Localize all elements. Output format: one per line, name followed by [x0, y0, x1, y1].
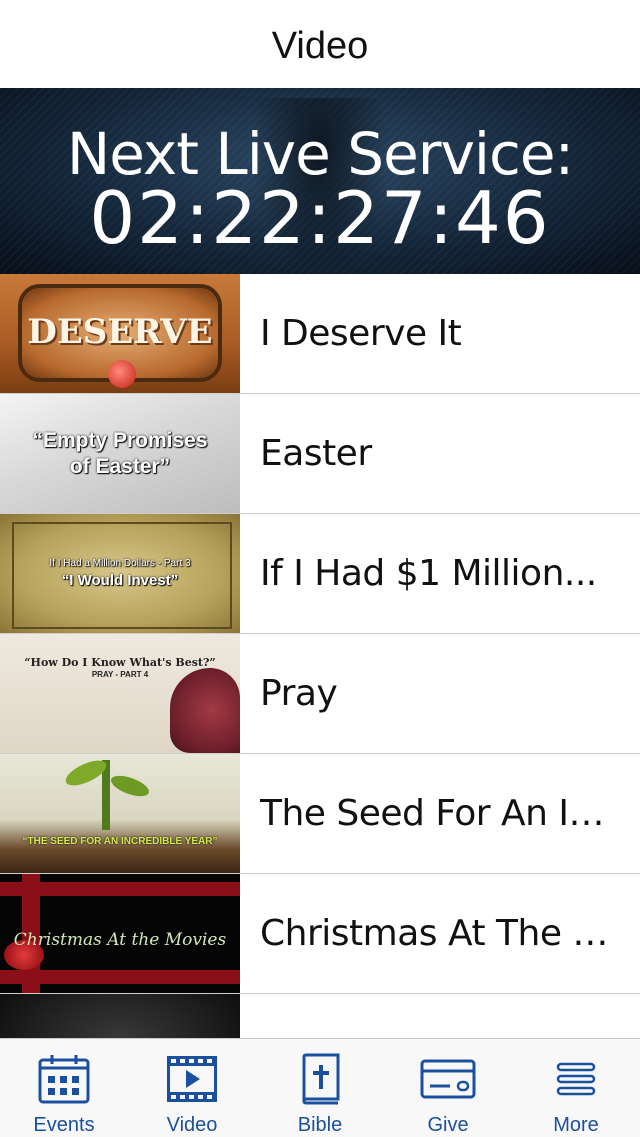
- thumbnail-caption-line: “THE SEED FOR AN INCREDIBLE YEAR”: [22, 836, 218, 847]
- video-thumbnail: [0, 994, 240, 1038]
- video-title: I Deserve It: [260, 313, 462, 354]
- page-title: Video: [271, 24, 369, 67]
- video-row-the-seed[interactable]: “THE SEED FOR AN INCREDIBLE YEAR” The Se…: [0, 754, 640, 874]
- video-thumbnail: “Empty Promises of Easter”: [0, 394, 240, 513]
- video-title: Pray: [260, 673, 338, 714]
- video-row-pray[interactable]: “How Do I Know What's Best?” PRAY - PART…: [0, 634, 640, 754]
- video-row-christmas-at-the-movies[interactable]: Christmas At the Movies Christmas At The…: [0, 874, 640, 994]
- video-row-partial[interactable]: [0, 994, 640, 1038]
- live-service-countdown: 02:22:27:46: [89, 176, 551, 260]
- thumbnail-caption-line: “Empty Promises: [32, 429, 208, 452]
- tab-bible[interactable]: Bible: [256, 1039, 384, 1137]
- video-row-easter[interactable]: “Empty Promises of Easter” Easter: [0, 394, 640, 514]
- thumbnail-filmstrip: [0, 970, 240, 984]
- tab-label: Video: [166, 1114, 218, 1136]
- tab-label: Bible: [297, 1114, 343, 1136]
- video-title: Easter: [260, 433, 372, 474]
- video-player-icon: [162, 1051, 222, 1106]
- thumbnail-filmstrip: [0, 882, 240, 896]
- thumbnail-caption-line: PRAY - PART 4: [91, 670, 149, 679]
- thumbnail-caption: “Empty Promises of Easter”: [0, 428, 240, 480]
- thumbnail-caption-line: If I Had a Million Dollars - Part 3: [49, 558, 191, 569]
- thumbnail-caption-line: “I Would Invest”: [61, 572, 179, 589]
- credit-card-icon: [418, 1051, 478, 1106]
- tab-bar: Events Video Bible Give More: [0, 1038, 640, 1137]
- live-service-banner[interactable]: Next Live Service: 02:22:27:46: [0, 88, 640, 274]
- tab-video[interactable]: Video: [128, 1039, 256, 1137]
- video-thumbnail: Christmas At the Movies: [0, 874, 240, 993]
- tab-label: Events: [33, 1114, 95, 1136]
- tab-more[interactable]: More: [512, 1039, 640, 1137]
- calendar-icon: [34, 1051, 94, 1106]
- video-thumbnail: DESERVE: [0, 274, 240, 393]
- video-title: Christmas At The M…: [260, 913, 620, 954]
- video-list[interactable]: DESERVE I Deserve It “Empty Promises of …: [0, 274, 640, 1038]
- video-title: The Seed For An In…: [260, 793, 620, 834]
- video-thumbnail: “THE SEED FOR AN INCREDIBLE YEAR”: [0, 754, 240, 873]
- thumbnail-ornament: [108, 360, 136, 388]
- video-thumbnail: If I Had a Million Dollars - Part 3 “I W…: [0, 514, 240, 633]
- tab-give[interactable]: Give: [384, 1039, 512, 1137]
- more-menu-icon: [546, 1051, 606, 1106]
- thumbnail-caption-line: Christmas At the Movies: [13, 930, 227, 950]
- bible-icon: [290, 1051, 350, 1106]
- video-thumbnail: “How Do I Know What's Best?” PRAY - PART…: [0, 634, 240, 753]
- thumbnail-leaf-image: [108, 771, 152, 801]
- video-row-if-i-had-1-million[interactable]: If I Had a Million Dollars - Part 3 “I W…: [0, 514, 640, 634]
- thumbnail-caption: DESERVE: [27, 312, 213, 352]
- video-row-i-deserve-it[interactable]: DESERVE I Deserve It: [0, 274, 640, 394]
- tab-events[interactable]: Events: [0, 1039, 128, 1137]
- thumbnail-caption-line: of Easter”: [69, 455, 171, 478]
- video-title: If I Had $1 Million...: [260, 553, 597, 594]
- tab-label: More: [553, 1114, 599, 1136]
- thumbnail-caption-line: “How Do I Know What's Best?”: [24, 656, 216, 669]
- navigation-bar: Video: [0, 0, 640, 89]
- thumbnail-figure-image: [170, 668, 240, 753]
- tab-label: Give: [427, 1114, 469, 1136]
